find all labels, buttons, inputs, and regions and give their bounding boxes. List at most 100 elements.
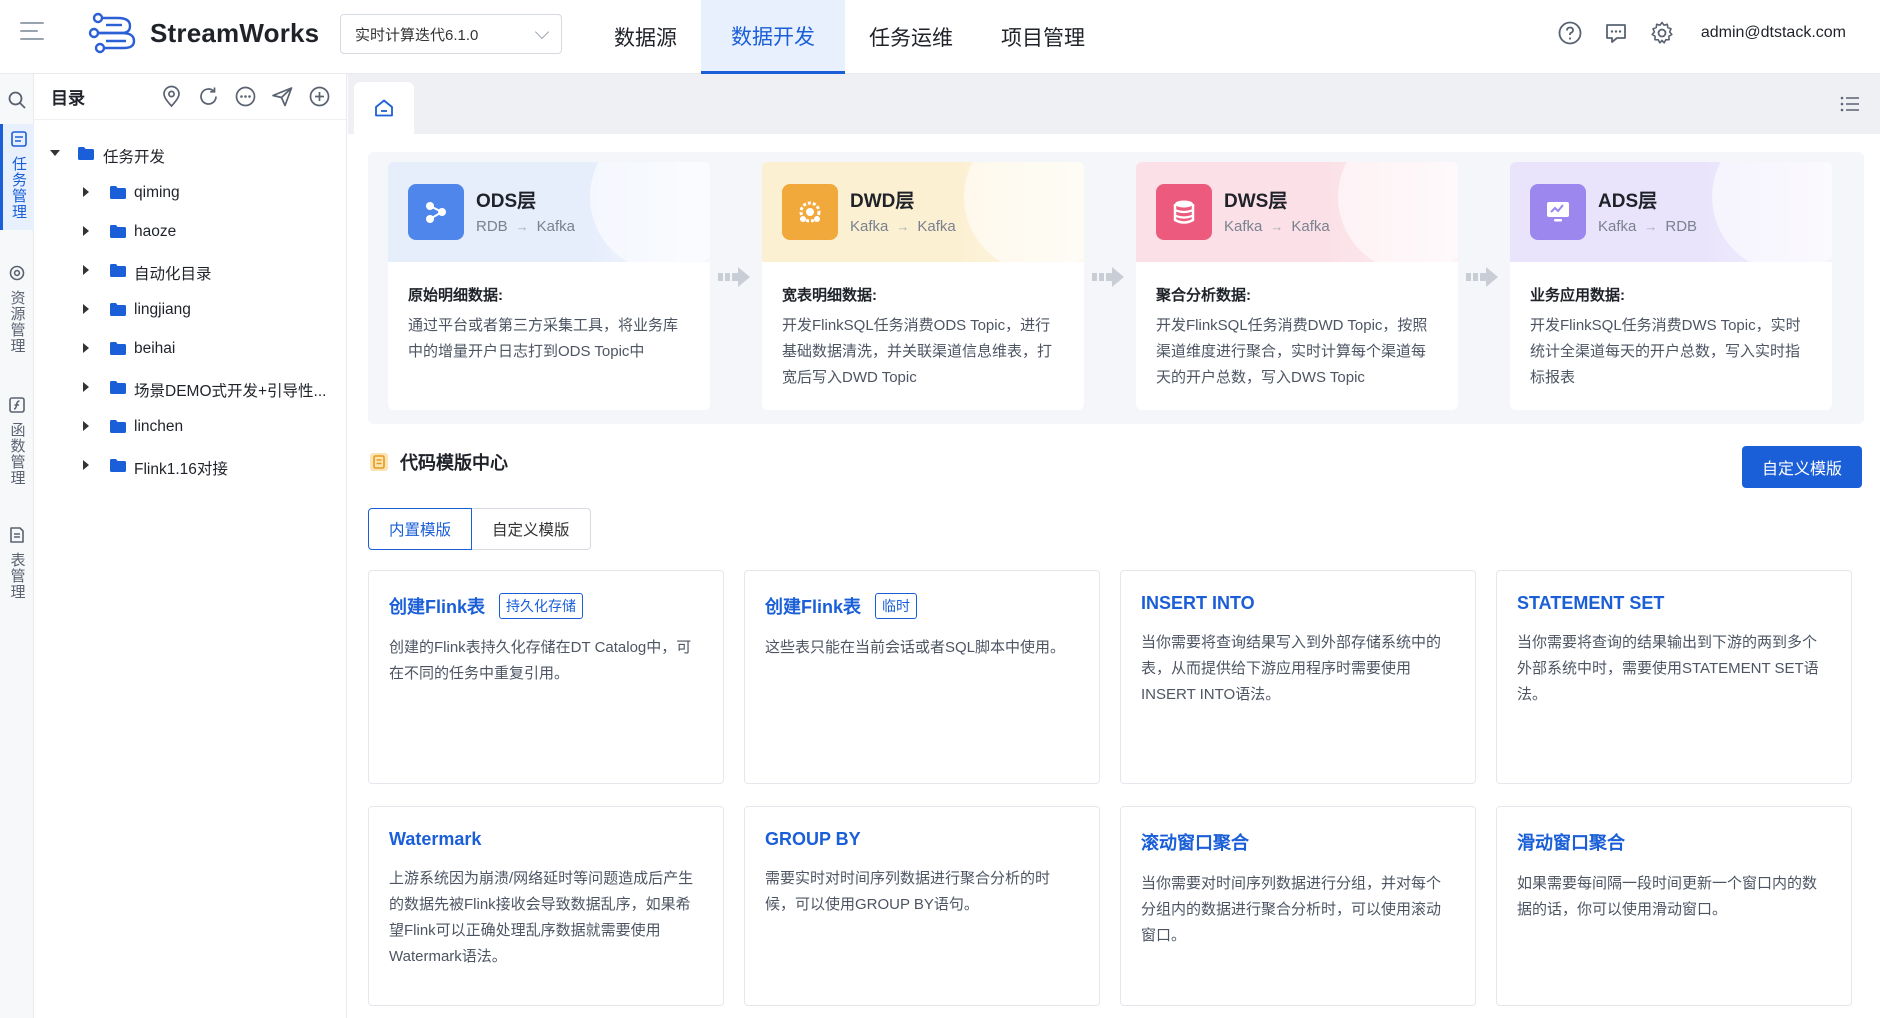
top-bar: StreamWorks 实时计算迭代6.1.0 数据源 数据开发 任务运维 项目… [0,0,1880,74]
caret-right-icon[interactable] [83,460,89,470]
tree-label: beihai [134,340,176,357]
caret-right-icon[interactable] [83,226,89,236]
template-card-header: STATEMENT SET [1517,593,1831,614]
side-rail: 任务管理 资源管理 函数管理 表管理 [0,74,34,1018]
template-card-header: 滑动窗口聚合 [1517,829,1831,855]
rail-item-resource-management[interactable]: 资源管理 [0,258,34,364]
tree-item[interactable]: 场景DEMO式开发+引导性... [34,368,346,407]
rail-item-function-management[interactable]: 函数管理 [0,390,34,496]
template-card[interactable]: 滑动窗口聚合 如果需要每间隔一段时间更新一个窗口内的数据的话，你可以使用滑动窗口。 [1496,806,1852,1006]
layer-name: DWS层 [1224,191,1288,212]
template-description: 创建的Flink表持久化存储在DT Catalog中，可在不同的任务中重复引用。 [389,639,692,682]
refresh-icon[interactable] [196,84,221,109]
tree-item[interactable]: haoze [34,212,346,251]
layer-card[interactable]: DWD层 Kafka → Kafka 宽表明细数据: 开发FlinkSQL任务消费ODS … [762,162,1084,410]
template-card[interactable]: GROUP BY 需要实时对时间序列数据进行聚合分析的时候，可以使用GROUP B… [744,806,1100,1006]
tree-item[interactable]: 自动化目录 [34,251,346,290]
layer-from: Kafka [1598,218,1637,235]
header-actions: admin@dtstack.com [1557,0,1846,66]
template-title: STATEMENT SET [1517,593,1665,613]
tree-item[interactable]: qiming [34,173,346,212]
nav-item-data-development[interactable]: 数据开发 [701,0,845,74]
caret-right-icon[interactable] [83,382,89,392]
tree-item[interactable]: lingjiang [34,290,346,329]
rail-item-table-management[interactable]: 表管理 [0,520,34,610]
template-card[interactable]: 创建Flink表 持久化存储 创建的Flink表持久化存储在DT Catalog中，… [368,570,724,784]
message-icon[interactable] [1603,20,1629,46]
home-icon [375,99,393,117]
caret-right-icon[interactable] [83,187,89,197]
tab-custom-templates[interactable]: 自定义模版 [472,508,591,550]
home-tab[interactable] [354,82,414,134]
caret-right-icon[interactable] [83,421,89,431]
template-card[interactable]: INSERT INTO 当你需要将查询结果写入到外部存储系统中的表，从而提供给下游… [1120,570,1476,784]
logo[interactable]: StreamWorks [88,10,319,56]
layer-card[interactable]: DWS层 Kafka → Kafka 聚合分析数据: 开发FlinkSQL任务消费DWD … [1136,162,1458,410]
nav-item-task-ops[interactable]: 任务运维 [845,0,977,74]
caret-right-icon[interactable] [83,265,89,275]
layer-name: DWD层 [850,191,915,212]
main-content: ODS层 RDB → Kafka 原始明细数据: 通过平台或者第三方采集工具，将业务库中的… [348,74,1880,1018]
tree-label: Flink1.16对接 [134,461,228,478]
nav-item-datasource[interactable]: 数据源 [590,0,701,74]
tab-builtin-templates[interactable]: 内置模版 [368,508,473,550]
template-title: GROUP BY [765,829,861,849]
layer-card[interactable]: ODS层 RDB → Kafka 原始明细数据: 通过平台或者第三方采集工具，将业务库中的… [388,162,710,410]
layer-from: Kafka [1224,218,1263,235]
tree-label: qiming [134,184,180,201]
layer-subtitle: 聚合分析数据: [1156,287,1251,304]
resource-icon [9,265,25,281]
custom-template-button[interactable]: 自定义模版 [1742,446,1862,488]
search-icon[interactable] [7,90,27,110]
tree-root[interactable]: 任务开发 [34,134,346,173]
version-select[interactable]: 实时计算迭代6.1.0 [340,14,562,54]
tree-item[interactable]: beihai [34,329,346,368]
send-icon[interactable] [270,84,295,109]
template-card[interactable]: 滚动窗口聚合 当你需要对时间序列数据进行分组，并对每个分组内的数据进行聚合分析时，… [1120,806,1476,1006]
template-tag: 临时 [875,593,918,619]
help-icon[interactable] [1557,20,1583,46]
caret-right-icon[interactable] [83,343,89,353]
folder-icon [110,381,126,394]
rail-label: 资源管理 [8,290,26,354]
rail-item-task-management[interactable]: 任务管理 [0,124,34,230]
flow-arrow-icon [1466,264,1500,290]
add-icon[interactable] [307,84,332,109]
layer-to: Kafka [917,218,956,235]
nav-item-project-management[interactable]: 项目管理 [977,0,1109,74]
settings-icon[interactable] [1649,20,1675,46]
more-icon[interactable] [233,84,258,109]
arrow-right-icon: → [515,219,529,234]
function-icon [9,397,25,413]
user-account[interactable]: admin@dtstack.com [1701,24,1846,42]
template-description: 上游系统因为崩溃/网络延时等问题造成后产生的数据先被Flink接收会导致数据乱序… [389,870,694,965]
template-card[interactable]: 创建Flink表 临时 这些表只能在当前会话或者SQL脚本中使用。 [744,570,1100,784]
layer-badge [1156,184,1212,240]
template-card[interactable]: Watermark 上游系统因为崩溃/网络延时等问题造成后产生的数据先被Flink… [368,806,724,1006]
layer-card[interactable]: ADS层 Kafka → RDB 业务应用数据: 开发FlinkSQL任务消费DWS To… [1510,162,1832,410]
layer-description: 开发FlinkSQL任务消费DWD Topic，按照渠道维度进行聚合，实时计算每… [1156,317,1428,386]
locate-icon[interactable] [159,84,184,109]
caret-right-icon[interactable] [83,304,89,314]
tree-item[interactable]: linchen [34,407,346,446]
caret-down-icon[interactable] [50,150,60,156]
layer-card-header: DWD层 Kafka → Kafka [762,162,1084,272]
layer-flow: RDB → Kafka [476,218,575,235]
template-type-tabs: 内置模版 自定义模版 [368,508,591,550]
tree-item[interactable]: Flink1.16对接 [34,446,346,485]
catalog-header: 目录 [34,74,346,120]
template-card[interactable]: STATEMENT SET 当你需要将查询的结果输出到下游的两到多个外部系统中时，… [1496,570,1852,784]
template-card-header: INSERT INTO [1141,593,1455,614]
template-description: 当你需要将查询的结果输出到下游的两到多个外部系统中时，需要使用STATEMENT… [1517,634,1819,703]
template-tag: 持久化存储 [499,593,584,619]
layer-description: 开发FlinkSQL任务消费DWS Topic，实时统计全渠道每天的开户总数，写… [1530,317,1801,386]
template-description: 当你需要对时间序列数据进行分组，并对每个分组内的数据进行聚合分析时，可以使用滚动… [1141,875,1442,944]
tab-list-icon[interactable] [1840,96,1860,112]
folder-icon [110,420,126,433]
layer-to: RDB [1665,218,1698,235]
catalog-panel: 目录 任务开发 qiming haoze 自动化目录 lingjiang beihai 场… [34,74,347,1018]
layer-from: RDB [476,218,508,235]
template-card-header: Watermark [389,829,703,850]
menu-icon[interactable] [20,22,44,42]
streamworks-logo-icon [88,12,136,54]
